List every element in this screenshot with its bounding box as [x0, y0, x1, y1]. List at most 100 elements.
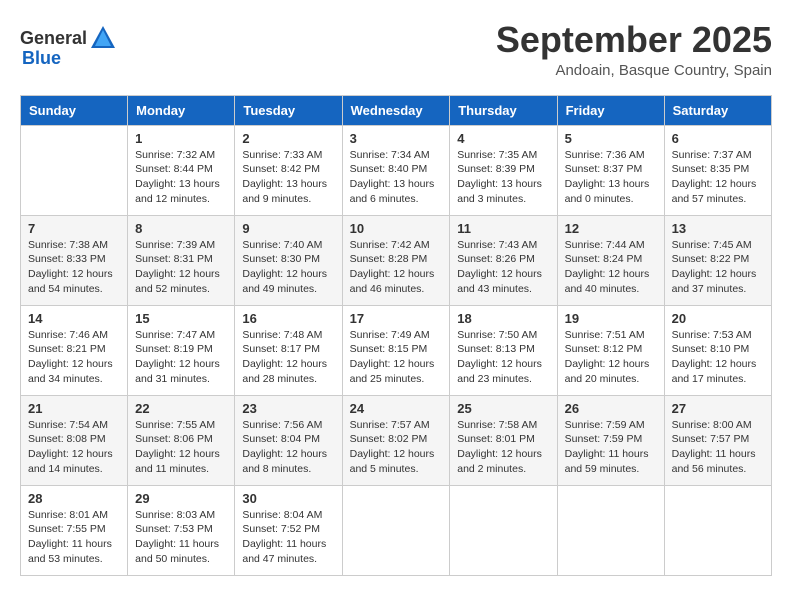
calendar-cell: 21Sunrise: 7:54 AMSunset: 8:08 PMDayligh… [21, 395, 128, 485]
day-info: Sunrise: 7:47 AMSunset: 8:19 PMDaylight:… [135, 328, 227, 387]
day-number: 30 [242, 491, 334, 506]
day-info: Sunrise: 7:42 AMSunset: 8:28 PMDaylight:… [350, 238, 443, 297]
logo-general: General [20, 28, 87, 49]
calendar-cell: 18 Sunrise: 7:50 AMSunset: 8:13 PMDayligh… [450, 305, 557, 395]
calendar-cell: 17Sunrise: 7:49 AMSunset: 8:15 PMDayligh… [342, 305, 450, 395]
day-number: 9 [242, 221, 334, 236]
day-info: Sunrise: 7:38 AMSunset: 8:33 PMDaylight:… [28, 238, 120, 297]
calendar-title: September 2025 [496, 20, 772, 60]
day-info: Sunrise: 7:32 AMSunset: 8:44 PMDaylight:… [135, 148, 227, 207]
day-info: Sunrise: 7:59 AMSunset: 7:59 PMDaylight:… [565, 418, 657, 477]
day-info: Sunrise: 8:03 AMSunset: 7:53 PMDaylight:… [135, 508, 227, 567]
day-number: 25 [457, 401, 549, 416]
day-info: Sunrise: 7:36 AMSunset: 8:37 PMDaylight:… [565, 148, 657, 207]
day-info: Sunrise: 7:45 AMSunset: 8:22 PMDaylight:… [672, 238, 764, 297]
day-info: Sunrise: 7:57 AMSunset: 8:02 PMDaylight:… [350, 418, 443, 477]
header-tuesday: Tuesday [235, 95, 342, 125]
calendar-cell: 25 Sunrise: 7:58 AMSunset: 8:01 PMDayligh… [450, 395, 557, 485]
day-number: 24 [350, 401, 443, 416]
logo-icon [89, 24, 117, 52]
day-number: 18 [457, 311, 549, 326]
day-number: 19 [565, 311, 657, 326]
day-number: 15 [135, 311, 227, 326]
calendar-cell: 23 Sunrise: 7:56 AMSunset: 8:04 PMDayligh… [235, 395, 342, 485]
week-row-4: 21Sunrise: 7:54 AMSunset: 8:08 PMDayligh… [21, 395, 772, 485]
calendar-cell: 22Sunrise: 7:55 AMSunset: 8:06 PMDayligh… [128, 395, 235, 485]
calendar-cell: 15 Sunrise: 7:47 AMSunset: 8:19 PMDayligh… [128, 305, 235, 395]
calendar-cell: 6 Sunrise: 7:37 AMSunset: 8:35 PMDaylight… [664, 125, 771, 215]
day-number: 12 [565, 221, 657, 236]
calendar-cell: 19 Sunrise: 7:51 AMSunset: 8:12 PMDayligh… [557, 305, 664, 395]
day-number: 13 [672, 221, 764, 236]
calendar-cell: 27Sunrise: 8:00 AMSunset: 7:57 PMDayligh… [664, 395, 771, 485]
header: General Blue September 2025 Andoain, Bas… [20, 20, 772, 79]
calendar-cell: 28 Sunrise: 8:01 AMSunset: 7:55 PMDayligh… [21, 485, 128, 575]
day-number: 16 [242, 311, 334, 326]
day-number: 11 [457, 221, 549, 236]
logo-blue: Blue [22, 48, 61, 69]
calendar-cell: 24 Sunrise: 7:57 AMSunset: 8:02 PMDayligh… [342, 395, 450, 485]
day-info: Sunrise: 8:01 AMSunset: 7:55 PMDaylight:… [28, 508, 120, 567]
logo: General Blue [20, 24, 117, 69]
header-row: SundayMondayTuesdayWednesdayThursdayFrid… [21, 95, 772, 125]
header-saturday: Saturday [664, 95, 771, 125]
day-number: 10 [350, 221, 443, 236]
calendar-cell [450, 485, 557, 575]
day-info: Sunrise: 7:53 AMSunset: 8:10 PMDaylight:… [672, 328, 764, 387]
calendar-cell [342, 485, 450, 575]
calendar-cell: 12 Sunrise: 7:44 AMSunset: 8:24 PMDayligh… [557, 215, 664, 305]
day-info: Sunrise: 7:50 AMSunset: 8:13 PMDaylight:… [457, 328, 549, 387]
day-number: 2 [242, 131, 334, 146]
day-info: Sunrise: 7:34 AMSunset: 8:40 PMDaylight:… [350, 148, 443, 207]
day-number: 23 [242, 401, 334, 416]
day-number: 4 [457, 131, 549, 146]
day-number: 6 [672, 131, 764, 146]
day-number: 29 [135, 491, 227, 506]
day-number: 14 [28, 311, 120, 326]
day-info: Sunrise: 7:39 AMSunset: 8:31 PMDaylight:… [135, 238, 227, 297]
day-info: Sunrise: 7:35 AMSunset: 8:39 PMDaylight:… [457, 148, 549, 207]
header-wednesday: Wednesday [342, 95, 450, 125]
calendar-cell [664, 485, 771, 575]
calendar-cell: 11 Sunrise: 7:43 AMSunset: 8:26 PMDayligh… [450, 215, 557, 305]
day-info: Sunrise: 7:43 AMSunset: 8:26 PMDaylight:… [457, 238, 549, 297]
day-info: Sunrise: 7:58 AMSunset: 8:01 PMDaylight:… [457, 418, 549, 477]
week-row-3: 14 Sunrise: 7:46 AMSunset: 8:21 PMDayligh… [21, 305, 772, 395]
header-friday: Friday [557, 95, 664, 125]
calendar-cell [21, 125, 128, 215]
day-info: Sunrise: 7:48 AMSunset: 8:17 PMDaylight:… [242, 328, 334, 387]
calendar-cell [557, 485, 664, 575]
calendar-cell: 26 Sunrise: 7:59 AMSunset: 7:59 PMDayligh… [557, 395, 664, 485]
day-info: Sunrise: 7:37 AMSunset: 8:35 PMDaylight:… [672, 148, 764, 207]
calendar-cell: 13 Sunrise: 7:45 AMSunset: 8:22 PMDayligh… [664, 215, 771, 305]
day-info: Sunrise: 7:44 AMSunset: 8:24 PMDaylight:… [565, 238, 657, 297]
header-thursday: Thursday [450, 95, 557, 125]
calendar-cell: 1Sunrise: 7:32 AMSunset: 8:44 PMDaylight… [128, 125, 235, 215]
day-info: Sunrise: 7:54 AMSunset: 8:08 PMDaylight:… [28, 418, 120, 477]
day-info: Sunrise: 8:00 AMSunset: 7:57 PMDaylight:… [672, 418, 764, 477]
calendar-cell: 30Sunrise: 8:04 AMSunset: 7:52 PMDayligh… [235, 485, 342, 575]
day-info: Sunrise: 7:56 AMSunset: 8:04 PMDaylight:… [242, 418, 334, 477]
day-info: Sunrise: 7:51 AMSunset: 8:12 PMDaylight:… [565, 328, 657, 387]
day-number: 28 [28, 491, 120, 506]
day-info: Sunrise: 7:33 AMSunset: 8:42 PMDaylight:… [242, 148, 334, 207]
title-section: September 2025 Andoain, Basque Country, … [496, 20, 772, 79]
day-number: 7 [28, 221, 120, 236]
day-number: 26 [565, 401, 657, 416]
header-monday: Monday [128, 95, 235, 125]
day-info: Sunrise: 7:40 AMSunset: 8:30 PMDaylight:… [242, 238, 334, 297]
day-number: 20 [672, 311, 764, 326]
week-row-5: 28 Sunrise: 8:01 AMSunset: 7:55 PMDayligh… [21, 485, 772, 575]
calendar-cell: 14 Sunrise: 7:46 AMSunset: 8:21 PMDayligh… [21, 305, 128, 395]
calendar-cell: 5Sunrise: 7:36 AMSunset: 8:37 PMDaylight… [557, 125, 664, 215]
day-info: Sunrise: 7:49 AMSunset: 8:15 PMDaylight:… [350, 328, 443, 387]
calendar-cell: 29 Sunrise: 8:03 AMSunset: 7:53 PMDayligh… [128, 485, 235, 575]
calendar-cell: 4 Sunrise: 7:35 AMSunset: 8:39 PMDaylight… [450, 125, 557, 215]
day-number: 8 [135, 221, 227, 236]
calendar-cell: 20 Sunrise: 7:53 AMSunset: 8:10 PMDayligh… [664, 305, 771, 395]
day-info: Sunrise: 7:46 AMSunset: 8:21 PMDaylight:… [28, 328, 120, 387]
calendar-cell: 3Sunrise: 7:34 AMSunset: 8:40 PMDaylight… [342, 125, 450, 215]
header-sunday: Sunday [21, 95, 128, 125]
day-info: Sunrise: 7:55 AMSunset: 8:06 PMDaylight:… [135, 418, 227, 477]
calendar-cell: 9 Sunrise: 7:40 AMSunset: 8:30 PMDaylight… [235, 215, 342, 305]
